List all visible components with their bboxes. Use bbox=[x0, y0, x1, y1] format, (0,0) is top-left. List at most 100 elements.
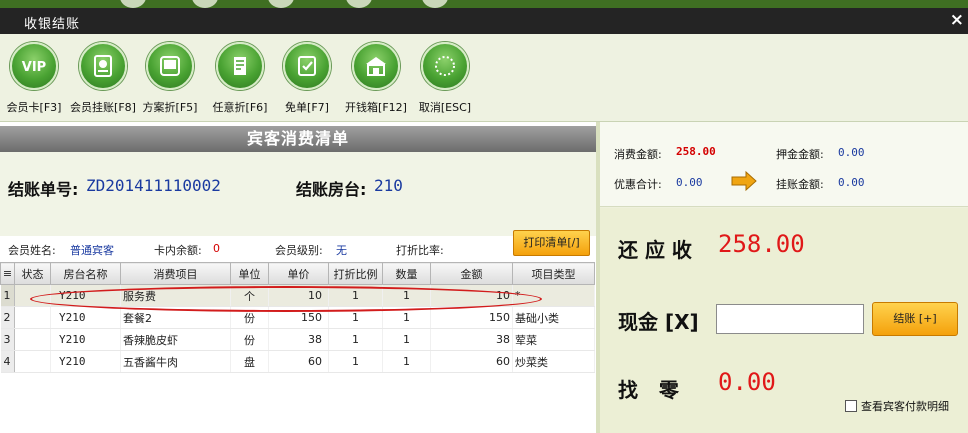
window-title: 收银结账 bbox=[24, 17, 81, 32]
column-header[interactable]: 项目类型 bbox=[512, 262, 595, 285]
discount-cell: 1 bbox=[328, 350, 383, 373]
bill-info: 结账单号: ZD201411110002 结账房台: 210 bbox=[0, 152, 596, 266]
cash-drawer-icon bbox=[366, 57, 386, 76]
room-label: 结账房台: bbox=[296, 180, 367, 199]
item-cell: 五香酱牛肉 bbox=[120, 350, 231, 373]
scheme-discount-button[interactable]: 方案折[F5] bbox=[140, 42, 200, 115]
status-cell bbox=[14, 306, 51, 329]
vip-card-icon: VIP bbox=[22, 60, 46, 75]
member-level-value: 无 bbox=[336, 244, 347, 257]
cancel-label: 取消[ESC] bbox=[418, 101, 472, 114]
column-header[interactable]: 打折比例 bbox=[328, 262, 383, 285]
qty-cell: 1 bbox=[382, 306, 431, 329]
svg-text:VIP: VIP bbox=[22, 60, 46, 75]
toolbar: VIP 会员卡[F3] 会员挂账[F8] 方案折[F5] 任意折[F6] 免单[… bbox=[0, 34, 968, 122]
column-header[interactable]: 金额 bbox=[430, 262, 513, 285]
payment-detail-checkbox[interactable]: 查看宾客付款明细 bbox=[845, 398, 949, 414]
member-credit-icon bbox=[94, 55, 112, 77]
room-value: 210 bbox=[374, 176, 403, 195]
change-label: 找 零 bbox=[618, 378, 679, 402]
checkout-button[interactable]: 结账 [+] bbox=[872, 302, 958, 336]
cash-input[interactable] bbox=[716, 304, 864, 334]
consumption-table: ≡ 状态 房台名称 消费项目 单位 单价 打折比例 数量 金额 项目类型 1 Y… bbox=[0, 262, 595, 373]
custom-discount-button[interactable]: 任意折[F6] bbox=[210, 42, 270, 115]
cash-drawer-label: 开钱箱[F12] bbox=[345, 101, 407, 114]
cancel-button[interactable]: 取消[ESC] bbox=[416, 42, 474, 115]
member-row: 会员姓名: 普通宾客 卡内余额: 0 会员级别: 无 打折比率: bbox=[0, 236, 596, 262]
title-bar: 收银结账 × bbox=[0, 8, 968, 34]
amount-cell: 60 bbox=[430, 350, 513, 373]
type-cell: 炒菜类 bbox=[512, 350, 595, 373]
row-number: 1 bbox=[0, 284, 15, 307]
table-row[interactable]: 1 Y210 服务费 个 10 1 1 10 * bbox=[0, 284, 595, 307]
table-row[interactable]: 4 Y210 五香酱牛肉 盘 60 1 1 60 炒菜类 bbox=[0, 350, 595, 373]
item-cell: 套餐2 bbox=[120, 306, 231, 329]
bill-no-label: 结账单号: bbox=[8, 180, 79, 199]
column-header[interactable]: 消费项目 bbox=[120, 262, 231, 285]
print-list-button[interactable]: 打印清单[/] bbox=[513, 230, 590, 256]
background-strip bbox=[0, 0, 968, 8]
cash-drawer-button[interactable]: 开钱箱[F12] bbox=[344, 42, 408, 115]
price-cell: 10 bbox=[268, 284, 329, 307]
member-level-label: 会员级别: bbox=[275, 244, 323, 257]
member-name-value: 普通宾客 bbox=[70, 244, 114, 257]
credit-value: 0.00 bbox=[838, 176, 865, 189]
cash-label: 现金 [X] bbox=[618, 310, 699, 334]
member-credit-button[interactable]: 会员挂账[F8] bbox=[68, 42, 138, 115]
status-cell bbox=[14, 350, 51, 373]
price-cell: 60 bbox=[268, 350, 329, 373]
type-cell: * bbox=[512, 284, 595, 307]
table-header: ≡ 状态 房台名称 消费项目 单位 单价 打折比例 数量 金额 项目类型 bbox=[0, 262, 595, 285]
amount-summary: 消费金额: 258.00 押金金额: 0.00 优惠合计: 0.00 挂账金额:… bbox=[600, 122, 968, 207]
change-value: 0.00 bbox=[718, 368, 776, 396]
item-cell: 服务费 bbox=[120, 284, 231, 307]
discount-cell: 1 bbox=[328, 328, 383, 351]
close-icon[interactable]: × bbox=[950, 10, 964, 30]
column-header[interactable]: 单价 bbox=[268, 262, 329, 285]
table-row[interactable]: 2 Y210 套餐2 份 150 1 1 150 基础小类 bbox=[0, 306, 595, 329]
scheme-discount-label: 方案折[F5] bbox=[142, 101, 198, 114]
table-row[interactable]: 3 Y210 香辣脆皮虾 份 38 1 1 38 荤菜 bbox=[0, 328, 595, 351]
payment-panel: 消费金额: 258.00 押金金额: 0.00 优惠合计: 0.00 挂账金额:… bbox=[596, 122, 968, 433]
custom-discount-icon bbox=[234, 57, 246, 75]
amount-cell: 150 bbox=[430, 306, 513, 329]
amount-cell: 10 bbox=[430, 284, 513, 307]
column-header[interactable]: 数量 bbox=[382, 262, 431, 285]
qty-cell: 1 bbox=[382, 328, 431, 351]
cancel-icon bbox=[435, 56, 455, 76]
room-cell: Y210 bbox=[50, 328, 121, 351]
checkbox-icon[interactable] bbox=[845, 400, 857, 412]
row-number: 2 bbox=[0, 306, 15, 329]
card-balance-value: 0 bbox=[213, 242, 220, 255]
free-order-button[interactable]: 免单[F7] bbox=[280, 42, 334, 115]
column-header[interactable]: 状态 bbox=[14, 262, 51, 285]
unit-cell: 份 bbox=[230, 328, 269, 351]
unit-cell: 盘 bbox=[230, 350, 269, 373]
card-balance-label: 卡内余额: bbox=[154, 244, 202, 257]
credit-label: 挂账金额: bbox=[776, 178, 824, 191]
member-credit-label: 会员挂账[F8] bbox=[70, 101, 136, 114]
vip-card-button[interactable]: VIP 会员卡[F3] bbox=[6, 42, 62, 115]
free-order-icon bbox=[298, 56, 316, 76]
type-cell: 基础小类 bbox=[512, 306, 595, 329]
column-header[interactable]: 单位 bbox=[230, 262, 269, 285]
qty-cell: 1 bbox=[382, 350, 431, 373]
consume-label: 消费金额: bbox=[614, 148, 662, 161]
type-cell: 荤菜 bbox=[512, 328, 595, 351]
amount-due-label: 还 应 收 bbox=[618, 238, 692, 262]
pay-box: 还 应 收 258.00 现金 [X] 结账 [+] 找 零 0.00 查看宾客… bbox=[600, 208, 968, 433]
room-cell: Y210 bbox=[50, 306, 121, 329]
status-cell bbox=[14, 284, 51, 307]
column-header[interactable]: 房台名称 bbox=[50, 262, 121, 285]
discount-cell: 1 bbox=[328, 306, 383, 329]
room-cell: Y210 bbox=[50, 284, 121, 307]
member-name-label: 会员姓名: bbox=[8, 244, 56, 257]
status-cell bbox=[14, 328, 51, 351]
item-cell: 香辣脆皮虾 bbox=[120, 328, 231, 351]
price-cell: 38 bbox=[268, 328, 329, 351]
amount-cell: 38 bbox=[430, 328, 513, 351]
row-number: 3 bbox=[0, 328, 15, 351]
vip-card-label: 会员卡[F3] bbox=[6, 101, 62, 114]
room-cell: Y210 bbox=[50, 350, 121, 373]
row-number: 4 bbox=[0, 350, 15, 373]
